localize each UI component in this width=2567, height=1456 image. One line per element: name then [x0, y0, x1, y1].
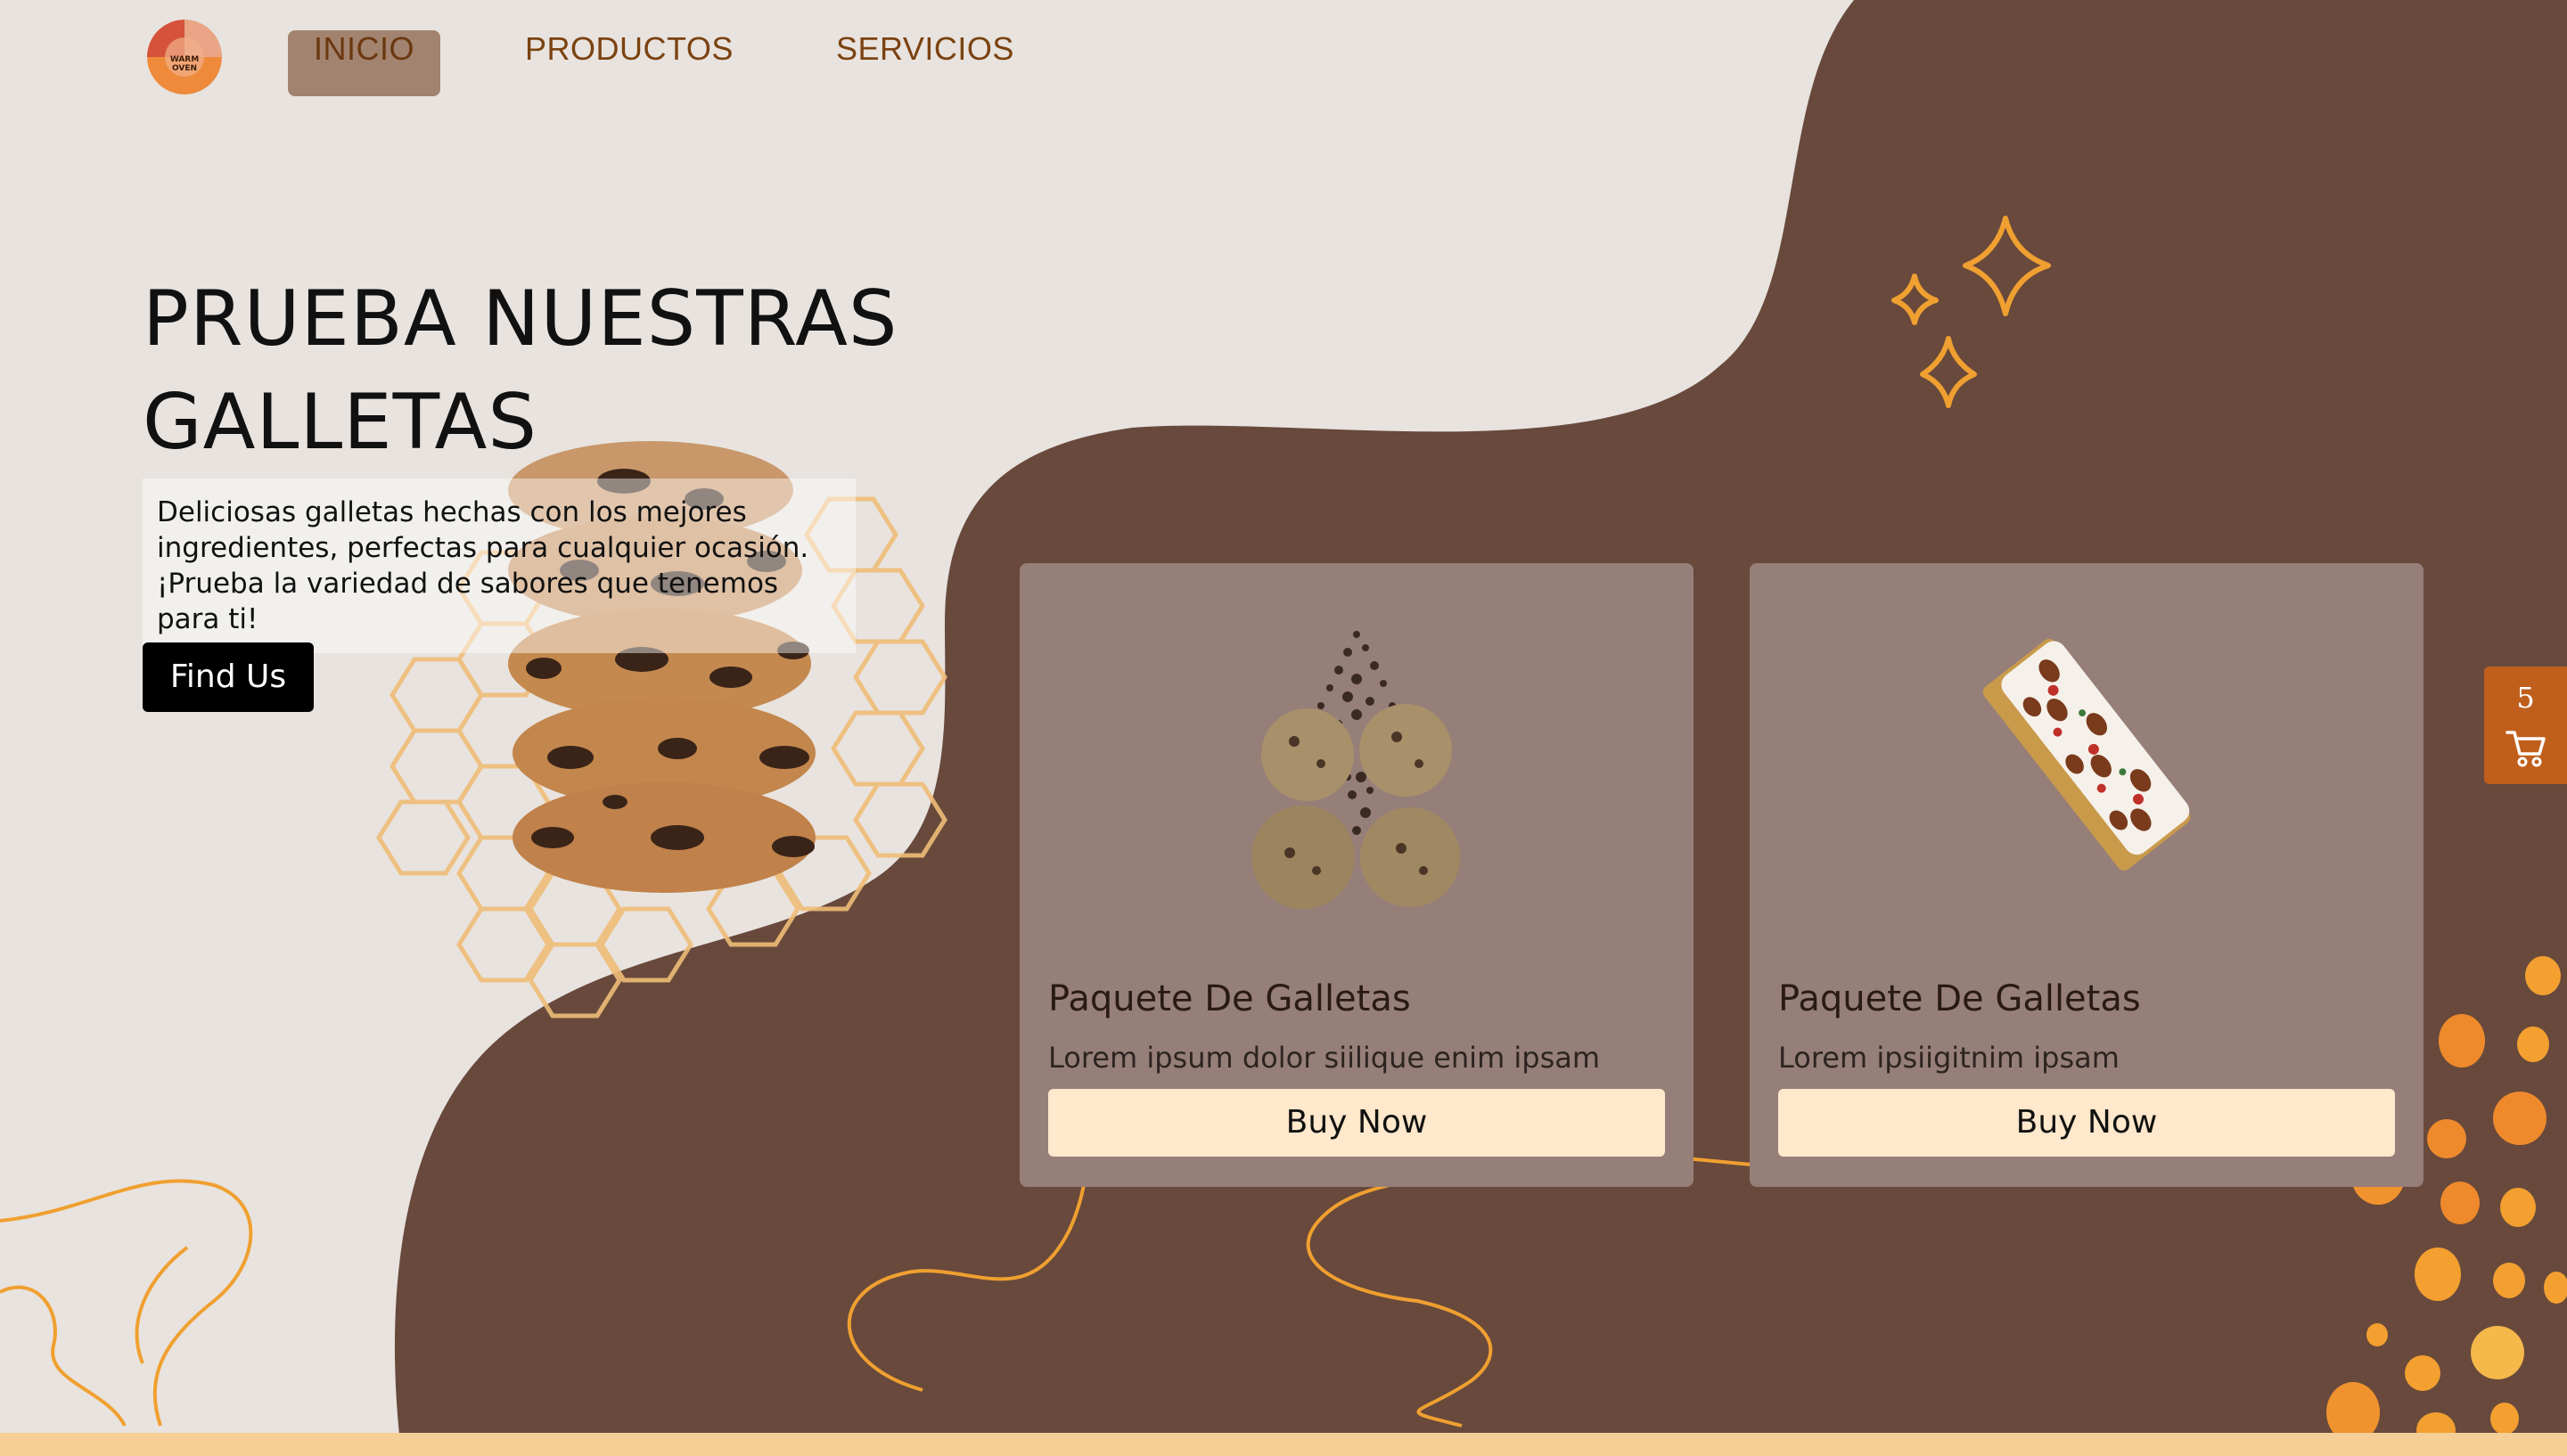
hero-description-line1: Deliciosas galletas hechas con los mejor… [157, 496, 747, 528]
product-description: Lorem ipsiigitnim ipsam [1778, 1041, 2120, 1075]
product-title: Paquete De Galletas [1778, 978, 2141, 1019]
hero-description-line3: ¡Prueba la variedad de sabores que tenem… [157, 568, 779, 635]
pecan-cake-bar-icon [1982, 639, 2191, 871]
footer-strip [0, 1433, 2567, 1456]
brand-logo[interactable]: WARM OVEN [147, 20, 222, 94]
product-title: Paquete De Galletas [1048, 978, 1411, 1019]
shopping-cart-icon [2505, 731, 2546, 767]
product-card: Paquete De Galletas Lorem ipsiigitnim ip… [1750, 563, 2423, 1187]
logo-wordmark: WARM OVEN [147, 55, 222, 73]
product-card: Paquete De Galletas Lorem ipsum dolor si… [1020, 563, 1694, 1187]
nav-item-servicios[interactable]: SERVICIOS [836, 30, 1014, 96]
hero-description-line2: ingredientes, perfectas para cualquier o… [157, 532, 809, 564]
chocolate-chip-cookies-icon [1251, 631, 1460, 909]
cart-count-badge: 5 [2516, 681, 2535, 715]
logo-text-line1: WARM [169, 55, 200, 64]
nav-item-inicio[interactable]: INICIO [288, 30, 440, 96]
buy-now-button[interactable]: Buy Now [1048, 1089, 1665, 1157]
hero-title-line1: PRUEBA NUESTRAS [143, 274, 898, 364]
buy-now-button[interactable]: Buy Now [1778, 1089, 2395, 1157]
cart-widget[interactable]: 5 [2484, 667, 2567, 784]
logo-text-line2: OVEN [171, 64, 198, 73]
hero-description: Deliciosas galletas hechas con los mejor… [143, 479, 856, 653]
product-description: Lorem ipsum dolor siilique enim ipsam [1048, 1041, 1601, 1075]
find-us-button[interactable]: Find Us [143, 642, 314, 712]
hero-title-line2: GALLETAS [143, 378, 537, 467]
nav-item-productos[interactable]: PRODUCTOS [525, 30, 734, 96]
hero-title: PRUEBA NUESTRAS GALLETAS [143, 267, 945, 474]
